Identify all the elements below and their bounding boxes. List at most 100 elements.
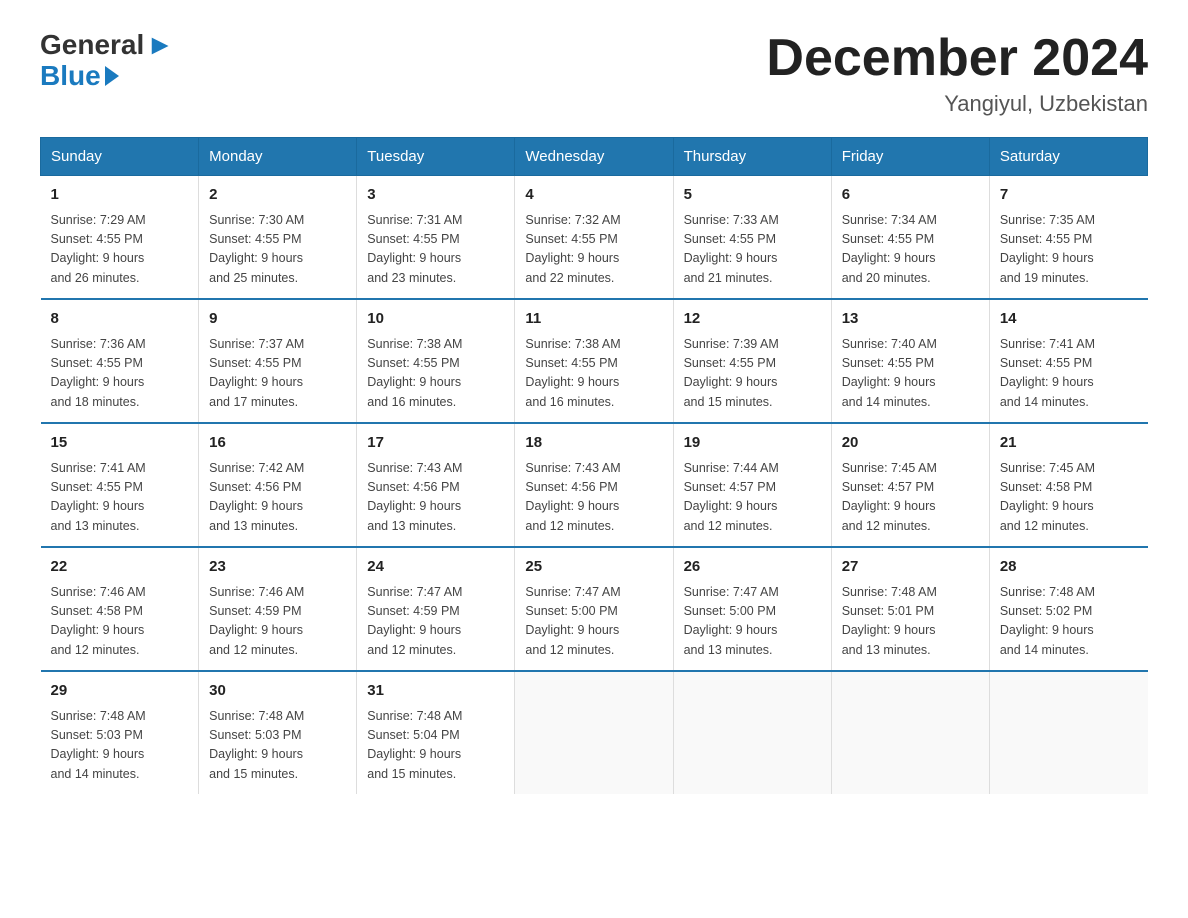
day-number: 8: [51, 308, 189, 331]
day-info: Sunrise: 7:32 AM Sunset: 4:55 PM Dayligh…: [525, 211, 662, 289]
day-number: 7: [1000, 184, 1138, 207]
logo: General► Blue: [40, 30, 174, 92]
day-info: Sunrise: 7:43 AM Sunset: 4:56 PM Dayligh…: [367, 459, 504, 537]
day-info: Sunrise: 7:46 AM Sunset: 4:58 PM Dayligh…: [51, 583, 189, 661]
day-info: Sunrise: 7:47 AM Sunset: 5:00 PM Dayligh…: [684, 583, 821, 661]
day-info: Sunrise: 7:48 AM Sunset: 5:01 PM Dayligh…: [842, 583, 979, 661]
day-info: Sunrise: 7:48 AM Sunset: 5:02 PM Dayligh…: [1000, 583, 1138, 661]
day-number: 25: [525, 556, 662, 579]
page-header: General► Blue December 2024 Yangiyul, Uz…: [40, 30, 1148, 117]
calendar-cell: 3 Sunrise: 7:31 AM Sunset: 4:55 PM Dayli…: [357, 176, 515, 300]
calendar-cell: 20 Sunrise: 7:45 AM Sunset: 4:57 PM Dayl…: [831, 423, 989, 547]
calendar-cell: 10 Sunrise: 7:38 AM Sunset: 4:55 PM Dayl…: [357, 299, 515, 423]
calendar-cell: 23 Sunrise: 7:46 AM Sunset: 4:59 PM Dayl…: [199, 547, 357, 671]
day-number: 2: [209, 184, 346, 207]
day-info: Sunrise: 7:48 AM Sunset: 5:03 PM Dayligh…: [51, 707, 189, 785]
calendar-cell: 29 Sunrise: 7:48 AM Sunset: 5:03 PM Dayl…: [41, 671, 199, 794]
day-info: Sunrise: 7:38 AM Sunset: 4:55 PM Dayligh…: [367, 335, 504, 413]
day-info: Sunrise: 7:37 AM Sunset: 4:55 PM Dayligh…: [209, 335, 346, 413]
calendar-cell: 21 Sunrise: 7:45 AM Sunset: 4:58 PM Dayl…: [989, 423, 1147, 547]
day-info: Sunrise: 7:43 AM Sunset: 4:56 PM Dayligh…: [525, 459, 662, 537]
day-number: 11: [525, 308, 662, 331]
month-title: December 2024: [766, 30, 1148, 87]
day-number: 22: [51, 556, 189, 579]
day-number: 28: [1000, 556, 1138, 579]
day-info: Sunrise: 7:35 AM Sunset: 4:55 PM Dayligh…: [1000, 211, 1138, 289]
day-info: Sunrise: 7:30 AM Sunset: 4:55 PM Dayligh…: [209, 211, 346, 289]
calendar-cell: 9 Sunrise: 7:37 AM Sunset: 4:55 PM Dayli…: [199, 299, 357, 423]
day-number: 30: [209, 680, 346, 703]
calendar-cell: 11 Sunrise: 7:38 AM Sunset: 4:55 PM Dayl…: [515, 299, 673, 423]
calendar-cell: 17 Sunrise: 7:43 AM Sunset: 4:56 PM Dayl…: [357, 423, 515, 547]
day-number: 6: [842, 184, 979, 207]
day-info: Sunrise: 7:36 AM Sunset: 4:55 PM Dayligh…: [51, 335, 189, 413]
calendar-cell: 16 Sunrise: 7:42 AM Sunset: 4:56 PM Dayl…: [199, 423, 357, 547]
header-friday: Friday: [831, 138, 989, 176]
day-number: 18: [525, 432, 662, 455]
calendar-cell: 6 Sunrise: 7:34 AM Sunset: 4:55 PM Dayli…: [831, 176, 989, 300]
calendar-cell: 31 Sunrise: 7:48 AM Sunset: 5:04 PM Dayl…: [357, 671, 515, 794]
calendar-cell: 13 Sunrise: 7:40 AM Sunset: 4:55 PM Dayl…: [831, 299, 989, 423]
day-info: Sunrise: 7:47 AM Sunset: 5:00 PM Dayligh…: [525, 583, 662, 661]
calendar-cell: 8 Sunrise: 7:36 AM Sunset: 4:55 PM Dayli…: [41, 299, 199, 423]
header-monday: Monday: [199, 138, 357, 176]
calendar-week-row: 1 Sunrise: 7:29 AM Sunset: 4:55 PM Dayli…: [41, 176, 1148, 300]
calendar-cell: [831, 671, 989, 794]
calendar-cell: 1 Sunrise: 7:29 AM Sunset: 4:55 PM Dayli…: [41, 176, 199, 300]
calendar-week-row: 22 Sunrise: 7:46 AM Sunset: 4:58 PM Dayl…: [41, 547, 1148, 671]
day-number: 9: [209, 308, 346, 331]
day-info: Sunrise: 7:41 AM Sunset: 4:55 PM Dayligh…: [51, 459, 189, 537]
day-number: 3: [367, 184, 504, 207]
day-info: Sunrise: 7:48 AM Sunset: 5:03 PM Dayligh…: [209, 707, 346, 785]
calendar-cell: 12 Sunrise: 7:39 AM Sunset: 4:55 PM Dayl…: [673, 299, 831, 423]
day-number: 10: [367, 308, 504, 331]
calendar-cell: 24 Sunrise: 7:47 AM Sunset: 4:59 PM Dayl…: [357, 547, 515, 671]
calendar-cell: 30 Sunrise: 7:48 AM Sunset: 5:03 PM Dayl…: [199, 671, 357, 794]
day-number: 13: [842, 308, 979, 331]
calendar-cell: 2 Sunrise: 7:30 AM Sunset: 4:55 PM Dayli…: [199, 176, 357, 300]
day-info: Sunrise: 7:48 AM Sunset: 5:04 PM Dayligh…: [367, 707, 504, 785]
day-number: 15: [51, 432, 189, 455]
title-section: December 2024 Yangiyul, Uzbekistan: [766, 30, 1148, 117]
header-wednesday: Wednesday: [515, 138, 673, 176]
header-sunday: Sunday: [41, 138, 199, 176]
day-info: Sunrise: 7:39 AM Sunset: 4:55 PM Dayligh…: [684, 335, 821, 413]
calendar-cell: [515, 671, 673, 794]
day-info: Sunrise: 7:47 AM Sunset: 4:59 PM Dayligh…: [367, 583, 504, 661]
day-number: 21: [1000, 432, 1138, 455]
weekday-header-row: Sunday Monday Tuesday Wednesday Thursday…: [41, 138, 1148, 176]
calendar-cell: 28 Sunrise: 7:48 AM Sunset: 5:02 PM Dayl…: [989, 547, 1147, 671]
location: Yangiyul, Uzbekistan: [766, 91, 1148, 117]
day-info: Sunrise: 7:31 AM Sunset: 4:55 PM Dayligh…: [367, 211, 504, 289]
day-number: 5: [684, 184, 821, 207]
day-number: 17: [367, 432, 504, 455]
day-number: 4: [525, 184, 662, 207]
calendar-cell: 7 Sunrise: 7:35 AM Sunset: 4:55 PM Dayli…: [989, 176, 1147, 300]
day-number: 29: [51, 680, 189, 703]
calendar-cell: 4 Sunrise: 7:32 AM Sunset: 4:55 PM Dayli…: [515, 176, 673, 300]
day-number: 16: [209, 432, 346, 455]
calendar-cell: 22 Sunrise: 7:46 AM Sunset: 4:58 PM Dayl…: [41, 547, 199, 671]
calendar-cell: 15 Sunrise: 7:41 AM Sunset: 4:55 PM Dayl…: [41, 423, 199, 547]
calendar-week-row: 29 Sunrise: 7:48 AM Sunset: 5:03 PM Dayl…: [41, 671, 1148, 794]
calendar-cell: 27 Sunrise: 7:48 AM Sunset: 5:01 PM Dayl…: [831, 547, 989, 671]
day-info: Sunrise: 7:40 AM Sunset: 4:55 PM Dayligh…: [842, 335, 979, 413]
calendar-week-row: 15 Sunrise: 7:41 AM Sunset: 4:55 PM Dayl…: [41, 423, 1148, 547]
day-number: 12: [684, 308, 821, 331]
day-number: 19: [684, 432, 821, 455]
calendar-table: Sunday Monday Tuesday Wednesday Thursday…: [40, 137, 1148, 794]
calendar-cell: [673, 671, 831, 794]
day-number: 26: [684, 556, 821, 579]
day-number: 20: [842, 432, 979, 455]
header-saturday: Saturday: [989, 138, 1147, 176]
day-info: Sunrise: 7:45 AM Sunset: 4:58 PM Dayligh…: [1000, 459, 1138, 537]
day-info: Sunrise: 7:41 AM Sunset: 4:55 PM Dayligh…: [1000, 335, 1138, 413]
header-tuesday: Tuesday: [357, 138, 515, 176]
day-info: Sunrise: 7:45 AM Sunset: 4:57 PM Dayligh…: [842, 459, 979, 537]
calendar-cell: 19 Sunrise: 7:44 AM Sunset: 4:57 PM Dayl…: [673, 423, 831, 547]
day-number: 14: [1000, 308, 1138, 331]
day-number: 24: [367, 556, 504, 579]
day-number: 23: [209, 556, 346, 579]
day-info: Sunrise: 7:33 AM Sunset: 4:55 PM Dayligh…: [684, 211, 821, 289]
day-number: 1: [51, 184, 189, 207]
